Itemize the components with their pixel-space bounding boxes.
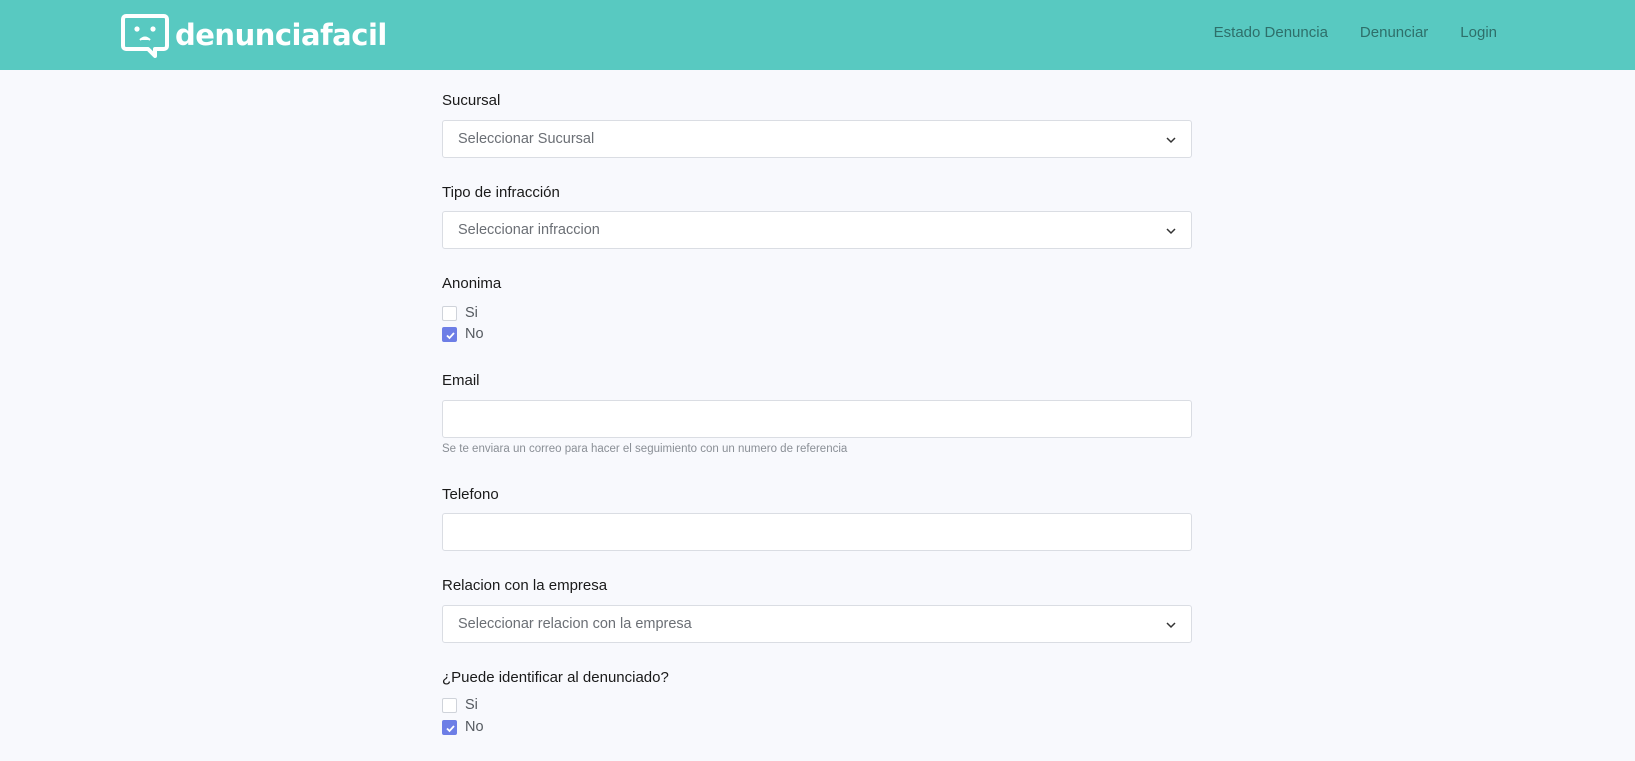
email-group: Email Se te enviara un correo para hacer…: [442, 372, 1192, 455]
chevron-down-icon: [1166, 137, 1176, 144]
chevron-down-icon: [1166, 228, 1176, 235]
email-help-text: Se te enviara un correo para hacer el se…: [442, 443, 848, 455]
nav-link-denunciar[interactable]: Denunciar: [1360, 24, 1428, 41]
email-label: Email: [442, 372, 480, 389]
top-navbar: denunciafacil Estado Denuncia Denunciar …: [0, 0, 1635, 70]
identificar-label: ¿Puede identificar al denunciado?: [442, 669, 669, 686]
nav-link-login[interactable]: Login: [1460, 24, 1497, 41]
tipo-infraccion-label: Tipo de infracción: [442, 184, 560, 201]
identificar-si-label: Si: [465, 697, 478, 713]
brand-name: denunciafacil: [175, 18, 387, 52]
chevron-down-icon: [1166, 622, 1176, 629]
chat-bubble-face-icon: [121, 14, 169, 58]
tipo-infraccion-group: Tipo de infracción Seleccionar infraccio…: [442, 184, 1192, 249]
identificar-no-checkbox[interactable]: [442, 719, 457, 735]
sucursal-placeholder: Seleccionar Sucursal: [458, 131, 595, 147]
email-field[interactable]: [442, 400, 1192, 438]
anonima-option-si[interactable]: Si: [442, 304, 478, 322]
anonima-no-checkbox[interactable]: [442, 326, 457, 342]
relacion-select[interactable]: Seleccionar relacion con la empresa: [442, 605, 1192, 643]
sucursal-select[interactable]: Seleccionar Sucursal: [442, 120, 1192, 158]
telefono-label: Telefono: [442, 486, 499, 503]
anonima-group: Anonima Si No: [442, 275, 1192, 342]
identificar-no-label: No: [465, 719, 484, 735]
tipo-infraccion-placeholder: Seleccionar infraccion: [458, 222, 600, 238]
check-icon: [446, 331, 455, 339]
anonima-si-label: Si: [465, 305, 478, 321]
identificar-option-no[interactable]: No: [442, 718, 484, 736]
nav-links: Estado Denuncia Denunciar Login: [1214, 24, 1497, 41]
relacion-placeholder: Seleccionar relacion con la empresa: [458, 616, 692, 632]
nav-link-estado-denuncia[interactable]: Estado Denuncia: [1214, 24, 1328, 41]
identificar-si-checkbox[interactable]: [442, 697, 457, 713]
anonima-no-label: No: [465, 326, 484, 342]
tipo-infraccion-select[interactable]: Seleccionar infraccion: [442, 211, 1192, 249]
check-icon: [446, 724, 455, 732]
relacion-label: Relacion con la empresa: [442, 577, 608, 594]
brand-logo[interactable]: denunciafacil: [121, 13, 387, 59]
anonima-label: Anonima: [442, 275, 502, 292]
telefono-field[interactable]: [442, 513, 1192, 551]
anonima-option-no[interactable]: No: [442, 325, 484, 343]
identificar-option-si[interactable]: Si: [442, 696, 478, 714]
anonima-si-checkbox[interactable]: [442, 305, 457, 321]
identificar-group: ¿Puede identificar al denunciado? Si No: [442, 669, 1192, 735]
sucursal-group: Sucursal Seleccionar Sucursal: [442, 92, 1192, 158]
telefono-group: Telefono: [442, 486, 1192, 551]
relacion-group: Relacion con la empresa Seleccionar rela…: [442, 577, 1192, 643]
sucursal-label: Sucursal: [442, 92, 501, 109]
